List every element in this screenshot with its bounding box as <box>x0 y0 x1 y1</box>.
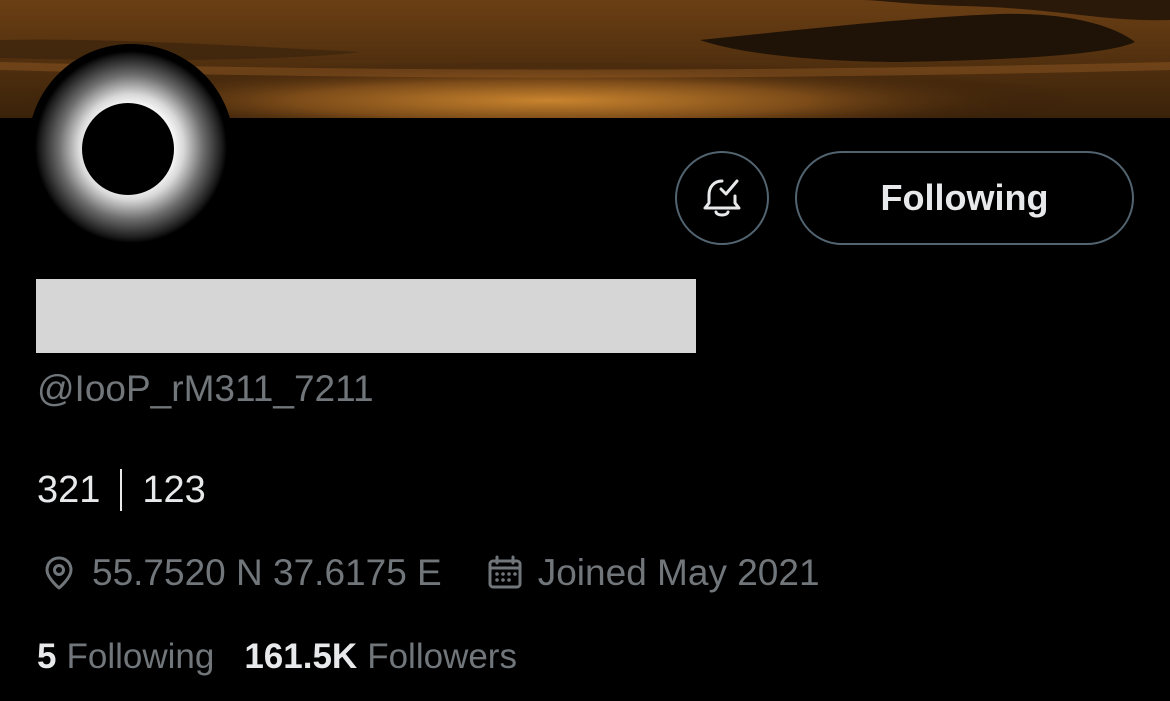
profile-handle: @IooP_rM311_7211 <box>37 368 374 409</box>
joined-text: Joined May 2021 <box>537 552 820 593</box>
followers-count: 161.5K <box>244 637 358 676</box>
display-name-redacted <box>36 279 696 353</box>
location-text: 55.7520 N 37.6175 E <box>92 552 442 593</box>
eclipse-avatar-image <box>28 44 234 250</box>
following-count: 5 <box>37 637 57 676</box>
bio-left-text: 321 <box>37 469 101 511</box>
notifications-button[interactable] <box>675 151 769 245</box>
follow-stats: 5 Following 161.5K Followers <box>37 630 517 684</box>
following-stat-link[interactable]: 5 Following <box>37 637 214 677</box>
bell-check-icon <box>703 179 741 217</box>
joined-item: Joined May 2021 <box>486 552 820 594</box>
following-button[interactable]: Following <box>795 151 1134 245</box>
avatar[interactable] <box>28 44 234 250</box>
location-item: 55.7520 N 37.6175 E <box>40 552 442 594</box>
followers-label: Followers <box>367 637 517 676</box>
profile-page: Following @IooP_rM311_7211 321 123 55.75… <box>0 0 1170 701</box>
profile-meta: 55.7520 N 37.6175 E Joined May 2021 <box>40 546 820 600</box>
calendar-icon <box>488 555 522 589</box>
location-pin-icon <box>45 556 73 590</box>
followers-stat-link[interactable]: 161.5K Followers <box>244 637 517 677</box>
bio-right-text: 123 <box>142 469 206 511</box>
following-label: Following <box>66 637 215 676</box>
bio-divider <box>120 469 123 511</box>
profile-bio: 321 123 <box>37 463 206 517</box>
